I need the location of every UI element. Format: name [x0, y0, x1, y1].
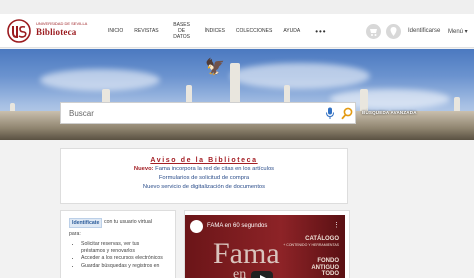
- video-fama-text: Fama: [213, 237, 280, 270]
- notice-new-label: Nuevo:: [133, 166, 154, 172]
- list-item: Solicitar reservas, ver tus: [81, 241, 163, 248]
- more-menu-icon[interactable]: •••: [315, 27, 326, 36]
- logo-subtitle: UNIVERSIDAD DE SEVILLA: [36, 21, 88, 26]
- search-icon[interactable]: [341, 107, 353, 120]
- list-item: Acceder a los recursos electrónicos: [81, 255, 163, 262]
- video-en-text: en: [233, 267, 247, 278]
- list-item: Guardar búsquedas y registros en: [81, 263, 163, 270]
- nav-ayuda[interactable]: AYUDA: [283, 28, 300, 34]
- notice-line-3[interactable]: Nuevo servicio de digitalización de docu…: [61, 184, 347, 191]
- kebab-menu-icon[interactable]: ⋮: [333, 221, 340, 229]
- notice-line-2[interactable]: Formularios de solicitud de compra: [61, 175, 347, 182]
- logo-text: Biblioteca: [36, 27, 77, 37]
- identify-button[interactable]: Identifícate: [69, 218, 103, 228]
- nav-revistas[interactable]: REVISTAS: [134, 28, 158, 34]
- pin-icon: [390, 27, 397, 36]
- search-input[interactable]: Buscar: [69, 109, 94, 118]
- play-icon[interactable]: [251, 271, 273, 278]
- nav-indices[interactable]: ÍNDICES: [205, 28, 225, 34]
- top-strip: [0, 0, 474, 14]
- cart-icon: [370, 29, 377, 36]
- channel-logo[interactable]: [190, 220, 203, 233]
- catalogo-sublabel: + CONTENIDO Y HERRAMIENTAS: [283, 243, 339, 247]
- advanced-search-link[interactable]: BÚSQUEDA AVANZADA: [362, 110, 417, 115]
- notice-title[interactable]: Aviso de la Biblioteca: [61, 157, 347, 164]
- cart-button[interactable]: [366, 24, 381, 39]
- video-player[interactable]: FAMA en 60 segundos ⋮ Fama en CATÁLOGO +…: [185, 215, 345, 278]
- cloud: [40, 69, 160, 91]
- login-link[interactable]: Identificarse: [408, 28, 440, 34]
- site-header: UNIVERSIDAD DE SEVILLA Biblioteca INICIO…: [0, 14, 474, 48]
- microphone-icon[interactable]: [325, 107, 335, 120]
- library-notice: Aviso de la Biblioteca Nuevo: Fama incor…: [60, 148, 348, 204]
- identify-card: Identifícate con tu usuario virtual para…: [60, 210, 176, 278]
- menu-button[interactable]: Menú ▾: [448, 28, 468, 35]
- pin-button[interactable]: [386, 24, 401, 39]
- hero-banner: 🦅: [0, 49, 474, 140]
- nav-bases-de-datos[interactable]: BASES DE DATOS: [170, 22, 194, 40]
- nav-colecciones[interactable]: COLECCIONES: [236, 28, 272, 34]
- main-nav: INICIO REVISTAS BASES DE DATOS ÍNDICES C…: [108, 14, 327, 48]
- notice-line-1[interactable]: Nuevo: Fama incorpora la red de citas en…: [61, 166, 347, 173]
- catalogo-label: CATÁLOGO: [305, 236, 339, 242]
- list-item: préstamos y renovarlos: [81, 248, 135, 255]
- search-box[interactable]: Buscar: [60, 102, 356, 124]
- video-catalogo-text: CATÁLOGO + CONTENIDO Y HERRAMIENTAS: [283, 236, 339, 247]
- library-logo[interactable]: UNIVERSIDAD DE SEVILLA Biblioteca: [6, 18, 87, 44]
- cloud: [230, 63, 370, 89]
- video-card: FAMA en 60 segundos ⋮ Fama en CATÁLOGO +…: [184, 210, 350, 278]
- identify-text: con tu usuario virtual: [104, 219, 152, 225]
- nav-inicio[interactable]: INICIO: [108, 28, 123, 34]
- notice-line-1-text: Fama incorpora la red de citas en los ar…: [153, 166, 275, 172]
- identify-text-2: para:: [69, 231, 81, 237]
- video-fondo-text: FONDO ANTIGUO TODO: [311, 258, 339, 278]
- video-title[interactable]: FAMA en 60 segundos: [207, 223, 267, 229]
- fondo-line: TODO: [321, 271, 339, 277]
- logo-seal-icon: [7, 19, 31, 43]
- eagle-sculpture-icon: 🦅: [205, 59, 225, 76]
- benefits-list: Solicitar reservas, ver tus préstamos y …: [81, 241, 163, 270]
